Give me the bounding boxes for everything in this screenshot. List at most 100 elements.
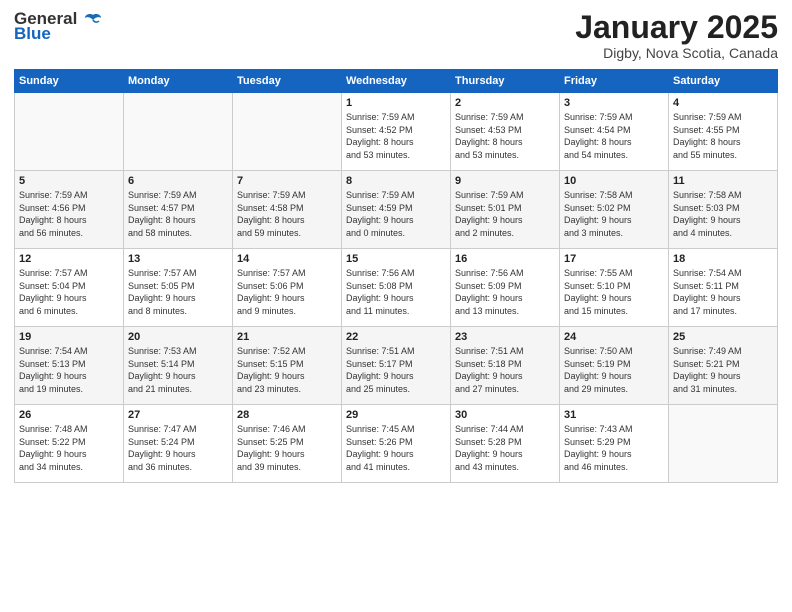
day-number: 4 xyxy=(673,97,773,109)
day-number: 12 xyxy=(19,253,119,265)
calendar-cell: 24Sunrise: 7:50 AM Sunset: 5:19 PM Dayli… xyxy=(560,327,669,405)
day-number: 21 xyxy=(237,331,337,343)
day-info: Sunrise: 7:46 AM Sunset: 5:25 PM Dayligh… xyxy=(237,423,337,473)
day-number: 16 xyxy=(455,253,555,265)
calendar-cell xyxy=(124,93,233,171)
calendar-cell: 25 Sunrise: 7:49 AM Sunset: 5:21 PM Dayli… xyxy=(669,327,778,405)
calendar-cell: 31 Sunrise: 7:43 AM Sunset: 5:29 PM Dayli… xyxy=(560,405,669,483)
col-friday: Friday xyxy=(560,70,669,93)
page: General Blue January 2025 Digby, Nova Sc… xyxy=(0,0,792,612)
calendar-cell: 11Sunrise: 7:58 AM Sunset: 5:03 PM Dayli… xyxy=(669,171,778,249)
col-wednesday: Wednesday xyxy=(342,70,451,93)
day-info: Sunrise: 7:59 AM Sunset: 4:59 PM Dayligh… xyxy=(346,189,446,239)
day-number: 1 xyxy=(346,97,446,109)
day-info: Sunrise: 7:57 AM Sunset: 5:05 PM Dayligh… xyxy=(128,267,228,317)
calendar-cell: 27Sunrise: 7:47 AM Sunset: 5:24 PM Dayli… xyxy=(124,405,233,483)
day-info: Sunrise: 7:55 AM Sunset: 5:10 PM Dayligh… xyxy=(564,267,664,317)
day-number: 15 xyxy=(346,253,446,265)
day-info: Sunrise: 7:54 AM Sunset: 5:13 PM Dayligh… xyxy=(19,345,119,395)
day-info: Sunrise: 7:56 AM Sunset: 5:09 PM Dayligh… xyxy=(455,267,555,317)
day-number: 26 xyxy=(19,409,119,421)
day-number: 22 xyxy=(346,331,446,343)
day-number: 8 xyxy=(346,175,446,187)
day-info: Sunrise: 7:45 AM Sunset: 5:26 PM Dayligh… xyxy=(346,423,446,473)
day-number: 10 xyxy=(564,175,664,187)
calendar-cell xyxy=(233,93,342,171)
col-tuesday: Tuesday xyxy=(233,70,342,93)
calendar-cell: 5Sunrise: 7:59 AM Sunset: 4:56 PM Daylig… xyxy=(15,171,124,249)
day-info: Sunrise: 7:59 AM Sunset: 4:54 PM Dayligh… xyxy=(564,111,664,161)
day-info: Sunrise: 7:44 AM Sunset: 5:28 PM Dayligh… xyxy=(455,423,555,473)
day-number: 31 xyxy=(564,409,664,421)
day-info: Sunrise: 7:51 AM Sunset: 5:18 PM Dayligh… xyxy=(455,345,555,395)
calendar-cell: 29 Sunrise: 7:45 AM Sunset: 5:26 PM Dayli… xyxy=(342,405,451,483)
calendar-table: Sunday Monday Tuesday Wednesday Thursday… xyxy=(14,69,778,483)
calendar-cell: 22 Sunrise: 7:51 AM Sunset: 5:17 PM Dayli… xyxy=(342,327,451,405)
day-number: 6 xyxy=(128,175,228,187)
col-sunday: Sunday xyxy=(15,70,124,93)
day-info: Sunrise: 7:48 AM Sunset: 5:22 PM Dayligh… xyxy=(19,423,119,473)
location-subtitle: Digby, Nova Scotia, Canada xyxy=(575,45,778,61)
calendar-cell: 20Sunrise: 7:53 AM Sunset: 5:14 PM Dayli… xyxy=(124,327,233,405)
month-title: January 2025 xyxy=(575,10,778,45)
day-number: 2 xyxy=(455,97,555,109)
day-info: Sunrise: 7:59 AM Sunset: 4:56 PM Dayligh… xyxy=(19,189,119,239)
calendar-cell: 18Sunrise: 7:54 AM Sunset: 5:11 PM Dayli… xyxy=(669,249,778,327)
day-info: Sunrise: 7:57 AM Sunset: 5:06 PM Dayligh… xyxy=(237,267,337,317)
calendar-cell: 13 Sunrise: 7:57 AM Sunset: 5:05 PM Dayli… xyxy=(124,249,233,327)
day-number: 27 xyxy=(128,409,228,421)
day-number: 14 xyxy=(237,253,337,265)
calendar-cell: 8 Sunrise: 7:59 AM Sunset: 4:59 PM Daylig… xyxy=(342,171,451,249)
day-number: 25 xyxy=(673,331,773,343)
calendar-cell: 21 Sunrise: 7:52 AM Sunset: 5:15 PM Dayli… xyxy=(233,327,342,405)
calendar-cell xyxy=(15,93,124,171)
day-number: 9 xyxy=(455,175,555,187)
calendar-cell: 16 Sunrise: 7:56 AM Sunset: 5:09 PM Dayli… xyxy=(451,249,560,327)
calendar-cell: 4 Sunrise: 7:59 AM Sunset: 4:55 PM Daylig… xyxy=(669,93,778,171)
day-info: Sunrise: 7:59 AM Sunset: 4:53 PM Dayligh… xyxy=(455,111,555,161)
day-info: Sunrise: 7:59 AM Sunset: 4:57 PM Dayligh… xyxy=(128,189,228,239)
calendar-cell: 7 Sunrise: 7:59 AM Sunset: 4:58 PM Daylig… xyxy=(233,171,342,249)
col-thursday: Thursday xyxy=(451,70,560,93)
day-info: Sunrise: 7:43 AM Sunset: 5:29 PM Dayligh… xyxy=(564,423,664,473)
calendar-cell: 1 Sunrise: 7:59 AM Sunset: 4:52 PM Daylig… xyxy=(342,93,451,171)
calendar-cell: 2 Sunrise: 7:59 AM Sunset: 4:53 PM Daylig… xyxy=(451,93,560,171)
day-number: 29 xyxy=(346,409,446,421)
calendar-cell xyxy=(669,405,778,483)
col-saturday: Saturday xyxy=(669,70,778,93)
col-monday: Monday xyxy=(124,70,233,93)
calendar-cell: 10Sunrise: 7:58 AM Sunset: 5:02 PM Dayli… xyxy=(560,171,669,249)
day-number: 3 xyxy=(564,97,664,109)
day-number: 17 xyxy=(564,253,664,265)
day-info: Sunrise: 7:49 AM Sunset: 5:21 PM Dayligh… xyxy=(673,345,773,395)
calendar-week-3: 12 Sunrise: 7:57 AM Sunset: 5:04 PM Dayli… xyxy=(15,249,778,327)
day-number: 30 xyxy=(455,409,555,421)
day-info: Sunrise: 7:56 AM Sunset: 5:08 PM Dayligh… xyxy=(346,267,446,317)
header: General Blue January 2025 Digby, Nova Sc… xyxy=(14,10,778,61)
day-number: 13 xyxy=(128,253,228,265)
day-info: Sunrise: 7:59 AM Sunset: 4:52 PM Dayligh… xyxy=(346,111,446,161)
calendar-cell: 26 Sunrise: 7:48 AM Sunset: 5:22 PM Dayli… xyxy=(15,405,124,483)
calendar-cell: 14 Sunrise: 7:57 AM Sunset: 5:06 PM Dayli… xyxy=(233,249,342,327)
day-number: 28 xyxy=(237,409,337,421)
calendar-cell: 15 Sunrise: 7:56 AM Sunset: 5:08 PM Dayli… xyxy=(342,249,451,327)
day-info: Sunrise: 7:57 AM Sunset: 5:04 PM Dayligh… xyxy=(19,267,119,317)
day-number: 11 xyxy=(673,175,773,187)
calendar-cell: 3 Sunrise: 7:59 AM Sunset: 4:54 PM Daylig… xyxy=(560,93,669,171)
calendar-cell: 23Sunrise: 7:51 AM Sunset: 5:18 PM Dayli… xyxy=(451,327,560,405)
calendar-cell: 19Sunrise: 7:54 AM Sunset: 5:13 PM Dayli… xyxy=(15,327,124,405)
calendar-cell: 28 Sunrise: 7:46 AM Sunset: 5:25 PM Dayli… xyxy=(233,405,342,483)
day-number: 7 xyxy=(237,175,337,187)
calendar-week-2: 5Sunrise: 7:59 AM Sunset: 4:56 PM Daylig… xyxy=(15,171,778,249)
logo-bird-icon xyxy=(83,13,103,27)
day-info: Sunrise: 7:53 AM Sunset: 5:14 PM Dayligh… xyxy=(128,345,228,395)
day-info: Sunrise: 7:51 AM Sunset: 5:17 PM Dayligh… xyxy=(346,345,446,395)
calendar-cell: 6 Sunrise: 7:59 AM Sunset: 4:57 PM Daylig… xyxy=(124,171,233,249)
calendar-week-1: 1 Sunrise: 7:59 AM Sunset: 4:52 PM Daylig… xyxy=(15,93,778,171)
day-info: Sunrise: 7:52 AM Sunset: 5:15 PM Dayligh… xyxy=(237,345,337,395)
calendar-cell: 30 Sunrise: 7:44 AM Sunset: 5:28 PM Dayli… xyxy=(451,405,560,483)
day-info: Sunrise: 7:50 AM Sunset: 5:19 PM Dayligh… xyxy=(564,345,664,395)
day-info: Sunrise: 7:59 AM Sunset: 4:58 PM Dayligh… xyxy=(237,189,337,239)
day-info: Sunrise: 7:54 AM Sunset: 5:11 PM Dayligh… xyxy=(673,267,773,317)
day-info: Sunrise: 7:59 AM Sunset: 4:55 PM Dayligh… xyxy=(673,111,773,161)
